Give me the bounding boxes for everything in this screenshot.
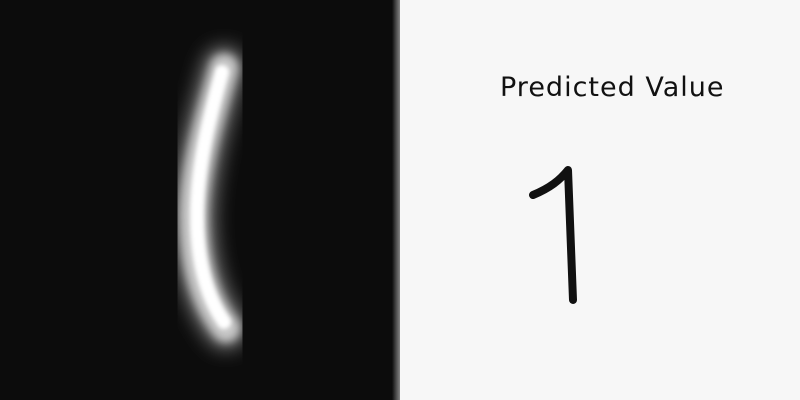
- predicted-digit: 1: [520, 162, 600, 312]
- prediction-title: Predicted Value: [500, 72, 725, 103]
- handwritten-digit-image: [0, 0, 400, 400]
- predicted-digit-value: 1: [600, 162, 601, 163]
- input-digit-image: [0, 0, 400, 400]
- predicted-digit-glyph: [529, 166, 577, 304]
- digit-prediction-view: Predicted Value 1: [0, 0, 800, 400]
- prediction-panel: Predicted Value 1: [400, 0, 800, 400]
